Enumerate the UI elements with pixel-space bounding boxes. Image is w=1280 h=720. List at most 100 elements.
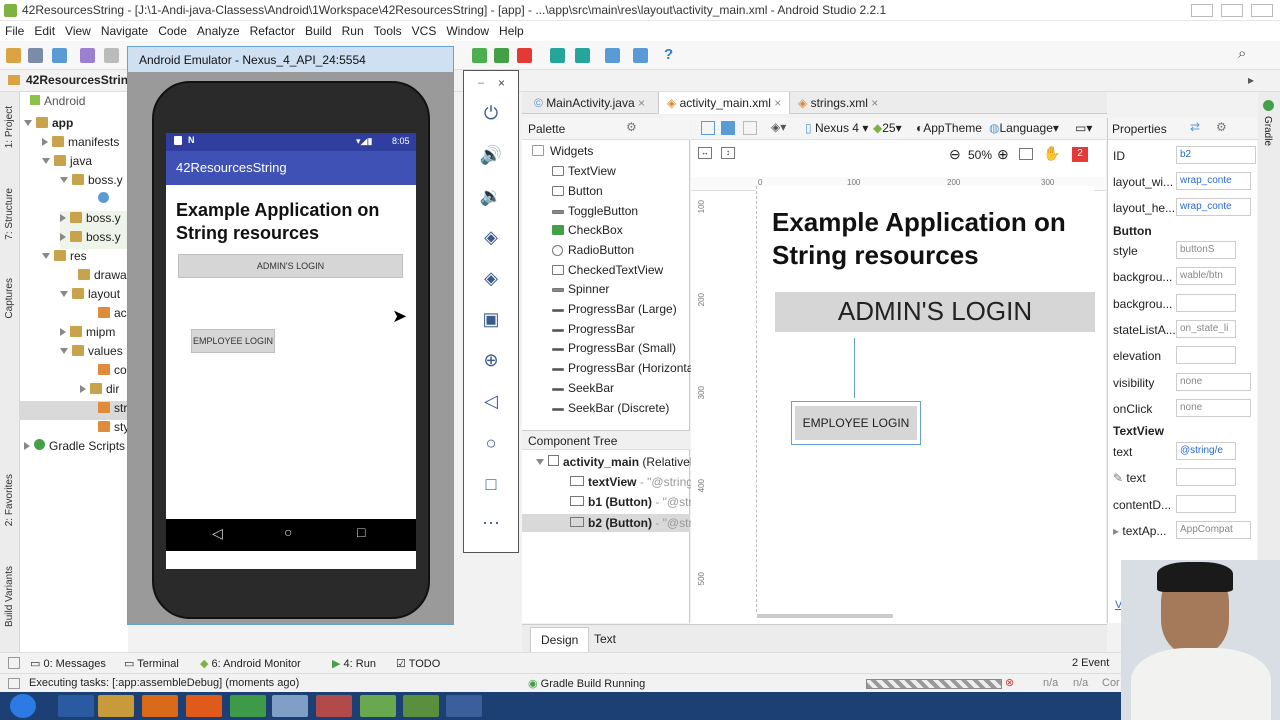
palette-item-progressbar[interactable]: ProgressBar [552, 322, 635, 336]
component-tree-item[interactable]: textView - "@string. [570, 475, 696, 489]
ie-icon[interactable] [58, 695, 94, 717]
menu-code[interactable]: Code [153, 21, 192, 38]
menu-analyze[interactable]: Analyze [192, 21, 245, 38]
component-tree-item[interactable]: b1 (Button) - "@strin [570, 495, 702, 509]
terminal-tab[interactable]: ▭ Terminal [124, 657, 179, 670]
start-button[interactable] [10, 694, 36, 718]
rotate-right-icon[interactable]: ◈ [464, 268, 518, 289]
sync-icon[interactable] [52, 48, 67, 63]
nav-project-name[interactable]: 42ResourcesString [26, 73, 135, 87]
back-icon[interactable]: ◁ [464, 391, 518, 412]
search-icon[interactable]: ⌕ [1238, 45, 1246, 62]
prop-tools-text-field[interactable] [1176, 468, 1236, 486]
menu-view[interactable]: View [60, 21, 96, 38]
tree-gradle-scripts[interactable]: Gradle Scripts [24, 439, 128, 458]
build-variants-tool-tab[interactable]: Build Variants [4, 566, 15, 627]
palette-item-seekbar-discrete[interactable]: SeekBar (Discrete) [552, 401, 669, 415]
folder-icon[interactable] [272, 695, 308, 717]
tree-colors[interactable]: co [98, 363, 128, 382]
save-icon[interactable] [28, 48, 43, 63]
prop-visibility-dropdown[interactable]: none [1176, 373, 1251, 391]
error-count-badge[interactable]: 2 [1072, 147, 1088, 162]
power-icon[interactable]: ⏻ [464, 103, 518, 124]
menu-refactor[interactable]: Refactor [245, 21, 300, 38]
app-icon[interactable] [316, 695, 352, 717]
component-tree-root[interactable]: activity_main (RelativeLa [536, 455, 703, 469]
fit-screen-icon[interactable] [1019, 148, 1033, 160]
palette-item-spinner[interactable]: Spinner [552, 282, 609, 296]
tab-design[interactable]: Design [530, 627, 590, 653]
menu-edit[interactable]: Edit [29, 21, 60, 38]
undo-icon[interactable] [80, 48, 95, 63]
preview-admin-button[interactable]: ADMIN'S LOGIN [775, 292, 1095, 332]
prop-state-list-field[interactable]: on_state_li [1176, 320, 1236, 338]
palette-settings-icon[interactable]: ⚙ [626, 120, 637, 134]
save-taskbar-icon[interactable] [446, 695, 482, 717]
device-selector[interactable]: ▯ Nexus 4 ▾ [805, 121, 868, 135]
nav-more-icon[interactable]: ▸ [1248, 73, 1254, 87]
project-view-selector[interactable]: Android [30, 94, 128, 113]
messages-tab[interactable]: ▭ 0: Messages [30, 657, 106, 670]
expand-icon[interactable]: ▸ [1113, 524, 1119, 538]
cancel-build-icon[interactable]: ⊗ [1005, 676, 1014, 689]
tree-layout[interactable]: layout [60, 287, 128, 306]
help-icon[interactable]: ? [664, 46, 673, 63]
zoom-out-icon[interactable]: ⊖ [949, 146, 961, 163]
gradle-tool-tab[interactable]: Gradle [1262, 116, 1273, 146]
sdk-manager-icon[interactable] [633, 48, 648, 63]
toggle-tool-window-icon[interactable] [8, 657, 20, 669]
emu-close-icon[interactable]: × [498, 76, 505, 90]
stop-icon[interactable] [517, 48, 532, 63]
prop-onclick-dropdown[interactable]: none [1176, 399, 1251, 417]
palette-item-seekbar[interactable]: SeekBar [552, 381, 614, 395]
menu-help[interactable]: Help [494, 21, 529, 38]
status-toggle-icon[interactable] [8, 678, 20, 689]
phone-back-button[interactable]: ◁ [212, 525, 223, 542]
prop-content-description-field[interactable] [1176, 495, 1236, 513]
phone-home-button[interactable]: ○ [284, 524, 292, 540]
palette-item-button[interactable]: Button [552, 184, 603, 198]
prop-id-field[interactable]: b2 [1176, 146, 1256, 164]
run-icon[interactable] [472, 48, 487, 63]
phone-admin-button[interactable]: ADMIN'S LOGIN [178, 254, 403, 278]
favorites-tool-tab[interactable]: 2: Favorites [4, 474, 15, 526]
home-icon[interactable]: ○ [464, 433, 518, 454]
api-selector[interactable]: ◆25▾ [873, 121, 902, 135]
menu-file[interactable]: File [0, 21, 29, 38]
tree-mipmap[interactable]: mipm [60, 325, 128, 344]
gradle-sync-icon[interactable] [575, 48, 590, 63]
more-icon[interactable]: ⋯ [464, 513, 518, 534]
palette-item-progressbar-small[interactable]: ProgressBar (Small) [552, 341, 676, 355]
captures-tool-tab[interactable]: Captures [4, 278, 15, 319]
rotate-left-icon[interactable]: ◈ [464, 227, 518, 248]
tree-manifests[interactable]: manifests [42, 135, 128, 154]
close-button[interactable] [1251, 4, 1273, 17]
close-tab-icon[interactable]: × [638, 96, 645, 110]
tree-activity-main-xml[interactable]: ac [98, 306, 128, 325]
palette-item-progressbar-large[interactable]: ProgressBar (Large) [552, 302, 677, 316]
palette-item-progressbar-horizontal[interactable]: ProgressBar (Horizontal) [552, 361, 700, 375]
project-structure-icon[interactable] [605, 48, 620, 63]
volume-down-icon[interactable]: 🔉 [464, 186, 518, 207]
emulator-taskbar-icon[interactable] [403, 695, 439, 717]
android-monitor-tab[interactable]: ◆ 6: Android Monitor [200, 657, 301, 670]
zoom-icon[interactable]: ⊕ [464, 350, 518, 371]
explorer-icon[interactable] [98, 695, 134, 717]
menu-navigate[interactable]: Navigate [96, 21, 153, 38]
phone-recents-button[interactable]: □ [357, 524, 365, 540]
menu-vcs[interactable]: VCS [407, 21, 442, 38]
tree-package-1[interactable]: boss.y [60, 173, 128, 192]
prop-text-field[interactable]: @string/e [1176, 442, 1236, 460]
tree-styles[interactable]: sty [98, 420, 128, 439]
project-tool-tab[interactable]: 1: Project [4, 106, 15, 148]
tree-strings[interactable]: str [20, 401, 128, 420]
theme-selector[interactable]: ◐AppTheme [916, 121, 982, 135]
prop-layout-width-field[interactable]: wrap_conte [1176, 172, 1251, 190]
palette-item-checkbox[interactable]: CheckBox [552, 223, 623, 237]
preview-heading[interactable]: Example Application on String resources [772, 206, 1082, 272]
layout-variants-icon[interactable]: ▭▾ [1075, 121, 1092, 135]
menu-tools[interactable]: Tools [369, 21, 407, 38]
pan-icon[interactable]: ↔ [698, 147, 712, 159]
tree-main-activity[interactable] [98, 192, 128, 211]
tab-strings[interactable]: ◈ strings.xml × [790, 92, 886, 114]
